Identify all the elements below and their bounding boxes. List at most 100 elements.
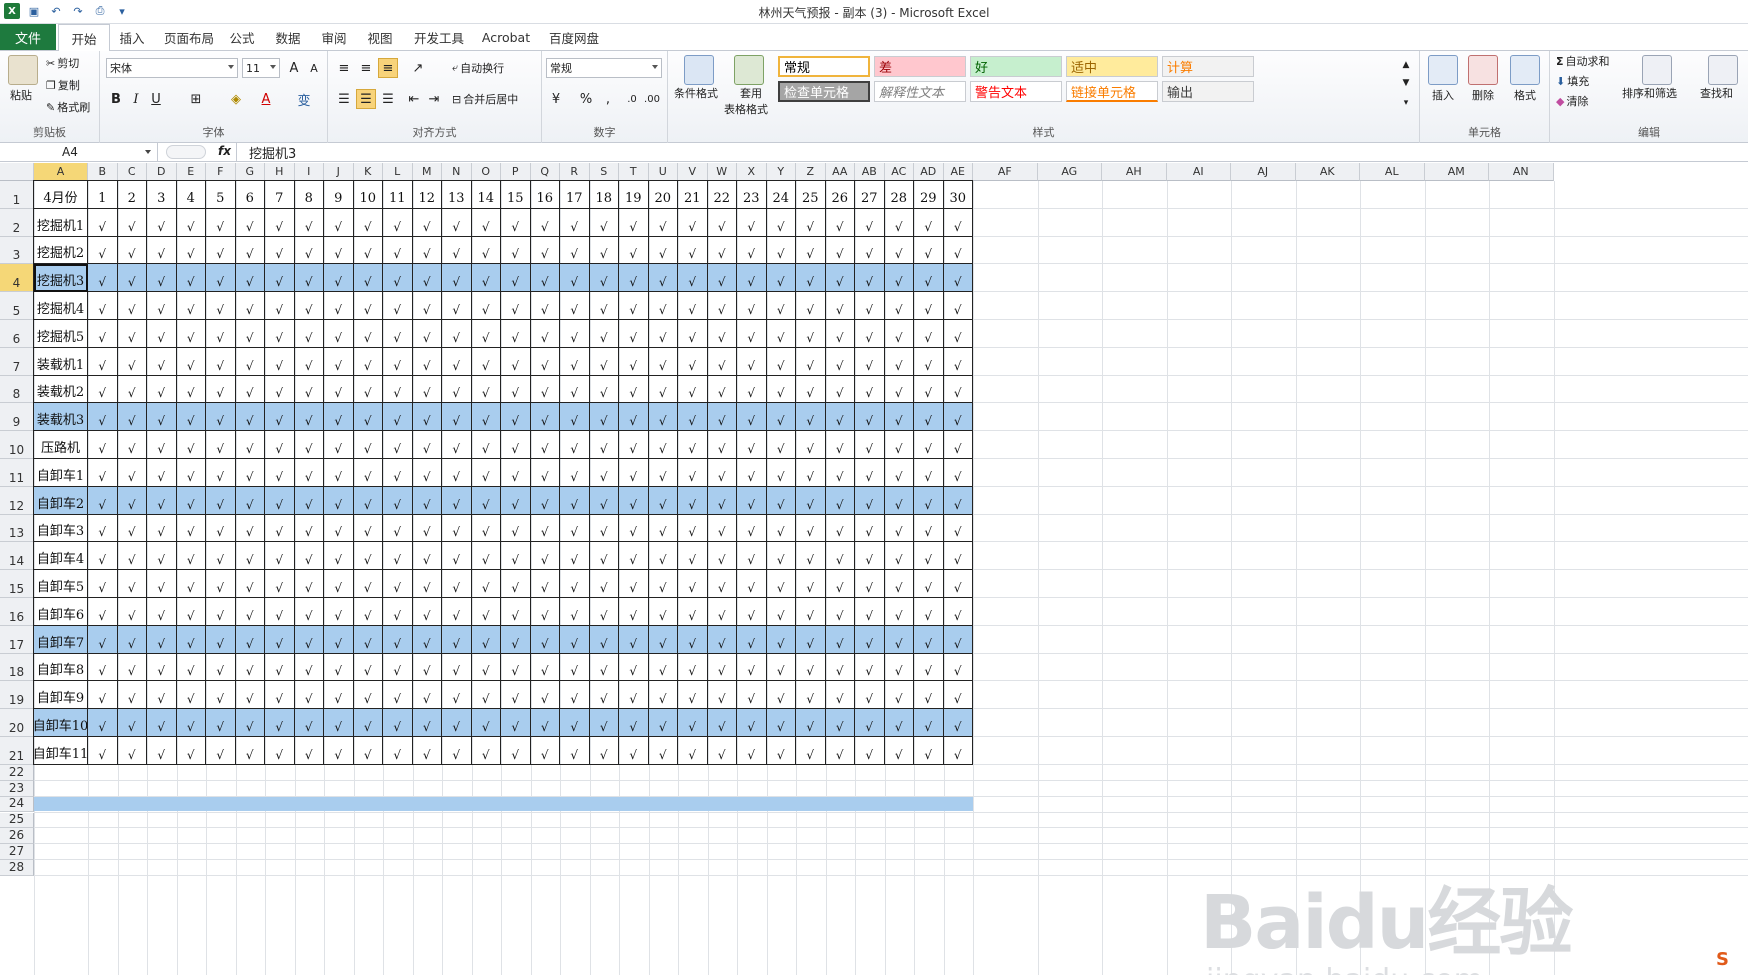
check-cell[interactable]: √ xyxy=(884,653,914,682)
row-header-7[interactable]: 7 xyxy=(0,347,34,376)
style-linked-cell[interactable]: 链接单元格 xyxy=(1066,81,1158,102)
check-cell[interactable]: √ xyxy=(353,514,383,543)
check-cell[interactable]: √ xyxy=(265,486,295,515)
check-cell[interactable]: √ xyxy=(530,625,560,654)
row-header-9[interactable]: 9 xyxy=(0,403,34,432)
check-cell[interactable]: √ xyxy=(884,681,914,710)
align-center-icon[interactable]: ☰ xyxy=(356,89,376,109)
equipment-name-cell[interactable]: 挖掘机5 xyxy=(34,320,88,348)
check-cell[interactable]: √ xyxy=(176,208,206,237)
day-header-cell[interactable]: 6 xyxy=(235,181,265,209)
check-cell[interactable]: √ xyxy=(265,375,295,404)
check-cell[interactable]: √ xyxy=(678,737,708,765)
check-cell[interactable]: √ xyxy=(530,514,560,543)
check-cell[interactable]: √ xyxy=(707,292,737,320)
check-cell[interactable]: √ xyxy=(294,264,324,293)
check-cell[interactable]: √ xyxy=(324,403,354,432)
column-header-O[interactable]: O xyxy=(471,163,501,181)
orientation-icon[interactable]: ↗ xyxy=(408,58,428,78)
column-header-F[interactable]: F xyxy=(206,163,236,181)
name-box[interactable]: A4 xyxy=(0,143,158,161)
check-cell[interactable]: √ xyxy=(825,570,855,598)
check-cell[interactable]: √ xyxy=(589,347,619,376)
check-cell[interactable]: √ xyxy=(412,375,442,404)
check-cell[interactable]: √ xyxy=(206,320,236,348)
row-header-8[interactable]: 8 xyxy=(0,375,34,404)
check-cell[interactable]: √ xyxy=(265,653,295,682)
check-cell[interactable]: √ xyxy=(914,320,944,348)
check-cell[interactable]: √ xyxy=(648,459,678,487)
check-cell[interactable]: √ xyxy=(117,653,147,682)
column-header-E[interactable]: E xyxy=(176,163,206,181)
check-cell[interactable]: √ xyxy=(530,598,560,626)
check-cell[interactable]: √ xyxy=(530,403,560,432)
check-cell[interactable]: √ xyxy=(707,598,737,626)
check-cell[interactable]: √ xyxy=(914,403,944,432)
check-cell[interactable]: √ xyxy=(619,236,649,265)
day-header-cell[interactable]: 18 xyxy=(589,181,619,209)
check-cell[interactable]: √ xyxy=(943,403,973,432)
check-cell[interactable]: √ xyxy=(265,236,295,265)
check-cell[interactable]: √ xyxy=(383,459,413,487)
check-cell[interactable]: √ xyxy=(235,625,265,654)
check-cell[interactable]: √ xyxy=(265,292,295,320)
check-cell[interactable]: √ xyxy=(442,431,472,459)
check-cell[interactable]: √ xyxy=(324,264,354,293)
check-cell[interactable]: √ xyxy=(560,208,590,237)
check-cell[interactable]: √ xyxy=(914,292,944,320)
conditional-format-button[interactable]: 条件格式 xyxy=(674,85,718,101)
check-cell[interactable]: √ xyxy=(530,570,560,598)
check-cell[interactable]: √ xyxy=(796,486,826,515)
column-header-Y[interactable]: Y xyxy=(766,163,796,181)
check-cell[interactable]: √ xyxy=(589,320,619,348)
check-cell[interactable]: √ xyxy=(501,681,531,710)
day-header-cell[interactable]: 27 xyxy=(855,181,885,209)
check-cell[interactable]: √ xyxy=(737,375,767,404)
check-cell[interactable]: √ xyxy=(943,570,973,598)
phonetic-icon[interactable]: 变 xyxy=(294,89,314,109)
check-cell[interactable]: √ xyxy=(206,403,236,432)
check-cell[interactable]: √ xyxy=(796,375,826,404)
check-cell[interactable]: √ xyxy=(855,625,885,654)
check-cell[interactable]: √ xyxy=(678,459,708,487)
day-header-cell[interactable]: 14 xyxy=(471,181,501,209)
check-cell[interactable]: √ xyxy=(442,709,472,737)
check-cell[interactable]: √ xyxy=(412,570,442,598)
row-header-15[interactable]: 15 xyxy=(0,570,34,598)
check-cell[interactable]: √ xyxy=(855,709,885,737)
check-cell[interactable]: √ xyxy=(147,347,177,376)
check-cell[interactable]: √ xyxy=(265,737,295,765)
check-cell[interactable]: √ xyxy=(766,236,796,265)
check-cell[interactable]: √ xyxy=(619,709,649,737)
check-cell[interactable]: √ xyxy=(471,542,501,571)
merge-center-button[interactable]: ⊟ 合并后居中 xyxy=(452,91,518,107)
check-cell[interactable]: √ xyxy=(648,486,678,515)
row-header-25[interactable]: 25 xyxy=(0,812,34,829)
column-header-AK[interactable]: AK xyxy=(1295,163,1360,181)
column-header-W[interactable]: W xyxy=(707,163,737,181)
check-cell[interactable]: √ xyxy=(855,486,885,515)
align-bottom-icon[interactable]: ≡ xyxy=(378,58,398,78)
check-cell[interactable]: √ xyxy=(914,598,944,626)
day-header-cell[interactable]: 26 xyxy=(825,181,855,209)
check-cell[interactable]: √ xyxy=(796,236,826,265)
check-cell[interactable]: √ xyxy=(294,653,324,682)
check-cell[interactable]: √ xyxy=(619,542,649,571)
check-cell[interactable]: √ xyxy=(560,431,590,459)
check-cell[interactable]: √ xyxy=(884,320,914,348)
check-cell[interactable]: √ xyxy=(176,403,206,432)
column-header-AH[interactable]: AH xyxy=(1102,163,1167,181)
check-cell[interactable]: √ xyxy=(943,236,973,265)
check-cell[interactable]: √ xyxy=(855,598,885,626)
check-cell[interactable]: √ xyxy=(560,709,590,737)
row-header-4[interactable]: 4 xyxy=(0,264,34,293)
check-cell[interactable]: √ xyxy=(501,625,531,654)
check-cell[interactable]: √ xyxy=(501,570,531,598)
check-cell[interactable]: √ xyxy=(530,292,560,320)
check-cell[interactable]: √ xyxy=(412,653,442,682)
check-cell[interactable]: √ xyxy=(560,459,590,487)
check-cell[interactable]: √ xyxy=(501,459,531,487)
check-cell[interactable]: √ xyxy=(265,681,295,710)
check-cell[interactable]: √ xyxy=(383,514,413,543)
check-cell[interactable]: √ xyxy=(88,653,118,682)
